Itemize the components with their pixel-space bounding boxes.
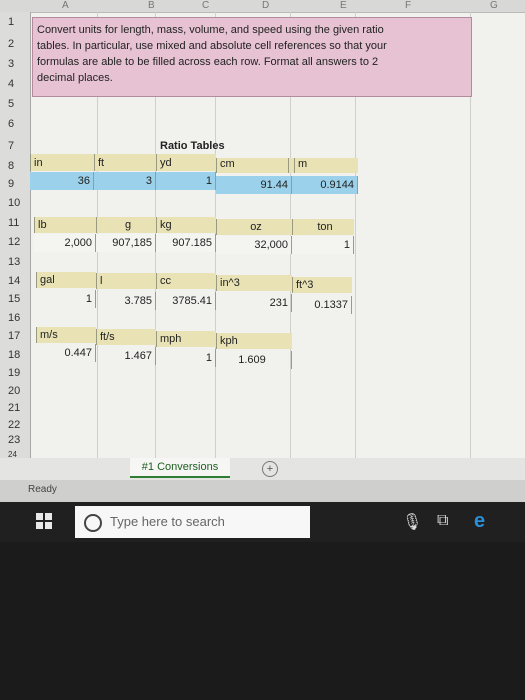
column-header-d[interactable]: D <box>262 0 269 11</box>
value-cell-yd[interactable]: 1 <box>156 172 216 190</box>
row-header-23[interactable]: 23 <box>8 434 28 446</box>
task-view-icon[interactable]: ⧉ <box>437 512 448 530</box>
instructions-text-box[interactable]: Convert units for length, mass, volume, … <box>32 17 472 97</box>
column-header-c[interactable]: C <box>202 0 209 11</box>
header-cell-g[interactable]: g <box>96 217 156 233</box>
column-header-b[interactable]: B <box>148 0 155 11</box>
header-cell-l[interactable]: l <box>96 273 156 289</box>
header-cell-ton[interactable]: ton <box>292 219 354 235</box>
value-cell-lb[interactable]: 2,000 <box>34 234 96 252</box>
header-cell-oz[interactable]: oz <box>216 219 292 235</box>
row-header-2[interactable]: 2 <box>8 38 28 50</box>
row-header-1[interactable]: 1 <box>8 16 28 28</box>
value-cell-ms[interactable]: 0.447 <box>36 344 96 362</box>
instructions-line-2: tables. In particular, use mixed and abs… <box>37 40 387 52</box>
value-cell-kph[interactable]: 1.609 <box>216 351 292 369</box>
value-cell-mph[interactable]: 1 <box>156 349 216 367</box>
row-header-9[interactable]: 9 <box>8 178 28 190</box>
header-cell-cc[interactable]: cc <box>156 273 216 289</box>
windows-start-icon[interactable] <box>36 513 52 529</box>
row-header-8[interactable]: 8 <box>8 160 28 172</box>
status-bar: Ready <box>0 480 525 502</box>
sheet-tab-conversions[interactable]: #1 Conversions <box>130 458 230 478</box>
value-cell-cm[interactable]: 91.44 <box>216 176 292 194</box>
row-header-18[interactable]: 18 <box>8 349 28 361</box>
row-headers: 1 2 3 4 5 6 7 8 9 10 11 12 13 14 15 16 1… <box>0 12 31 459</box>
value-cell-in3[interactable]: 231 <box>216 294 292 312</box>
header-cell-fts[interactable]: ft/s <box>96 329 156 345</box>
cortana-circle-icon[interactable] <box>84 514 102 532</box>
row-header-3[interactable]: 3 <box>8 58 28 70</box>
microphone-icon[interactable]: 🎙 <box>402 512 422 532</box>
header-cell-lb[interactable]: lb <box>34 217 96 233</box>
column-header-a[interactable]: A <box>62 0 69 11</box>
row-header-17[interactable]: 17 <box>8 330 28 342</box>
value-cell-ton[interactable]: 1 <box>292 236 354 254</box>
header-cell-in3[interactable]: in^3 <box>216 275 292 291</box>
ratio-tables-title[interactable]: Ratio Tables <box>160 140 225 152</box>
value-cell-gal[interactable]: 1 <box>36 290 96 308</box>
row-header-14[interactable]: 14 <box>8 275 28 287</box>
row-header-10[interactable]: 10 <box>8 197 28 209</box>
value-cell-in[interactable]: 36 <box>30 172 94 190</box>
column-header-f[interactable]: F <box>405 0 411 11</box>
search-placeholder: Type here to search <box>110 514 225 529</box>
header-cell-ft[interactable]: ft <box>94 154 156 171</box>
value-cell-kg[interactable]: 907.185 <box>156 234 216 252</box>
value-cell-ft[interactable]: 3 <box>94 172 156 190</box>
header-cell-kph[interactable]: kph <box>216 333 292 349</box>
row-header-13[interactable]: 13 <box>8 256 28 268</box>
instructions-line-1: Convert units for length, mass, volume, … <box>37 24 384 36</box>
value-cell-m[interactable]: 0.9144 <box>292 176 358 194</box>
value-cell-g[interactable]: 907,185 <box>96 234 156 252</box>
value-cell-fts[interactable]: 1.467 <box>96 347 156 365</box>
header-cell-mph[interactable]: mph <box>156 331 216 347</box>
row-header-20[interactable]: 20 <box>8 385 28 397</box>
column-header-g[interactable]: G <box>490 0 498 11</box>
add-sheet-icon[interactable]: + <box>262 461 278 477</box>
row-header-16[interactable]: 16 <box>8 312 28 324</box>
row-header-12[interactable]: 12 <box>8 236 28 248</box>
value-cell-oz[interactable]: 32,000 <box>216 236 292 254</box>
row-header-15[interactable]: 15 <box>8 293 28 305</box>
header-cell-yd[interactable]: yd <box>156 154 216 171</box>
header-cell-ft3[interactable]: ft^3 <box>292 277 352 293</box>
edge-browser-icon[interactable]: e <box>474 510 485 533</box>
status-text: Ready <box>28 484 57 495</box>
row-header-4[interactable]: 4 <box>8 78 28 90</box>
header-cell-m[interactable]: m <box>294 158 358 173</box>
value-cell-l[interactable]: 3.785 <box>96 292 156 310</box>
value-cell-cc[interactable]: 3785.41 <box>156 292 216 310</box>
value-cell-ft3[interactable]: 0.1337 <box>292 296 352 314</box>
column-headers: A B C D E F G <box>0 0 525 13</box>
row-header-19[interactable]: 19 <box>8 367 28 379</box>
row-header-5[interactable]: 5 <box>8 98 28 110</box>
row-header-21[interactable]: 21 <box>8 402 28 414</box>
row-header-7[interactable]: 7 <box>8 140 28 152</box>
header-cell-cm[interactable]: cm <box>216 158 288 173</box>
row-header-11[interactable]: 11 <box>8 217 28 229</box>
row-header-22[interactable]: 22 <box>8 419 28 431</box>
column-header-e[interactable]: E <box>340 0 347 11</box>
row-header-6[interactable]: 6 <box>8 118 28 130</box>
header-cell-gal[interactable]: gal <box>36 272 96 288</box>
instructions-line-4: decimal places. <box>37 72 113 84</box>
header-cell-kg[interactable]: kg <box>156 217 216 233</box>
instructions-line-3: formulas are able to be filled across ea… <box>37 56 379 68</box>
header-cell-in[interactable]: in <box>30 154 94 171</box>
header-cell-ms[interactable]: m/s <box>36 327 96 343</box>
